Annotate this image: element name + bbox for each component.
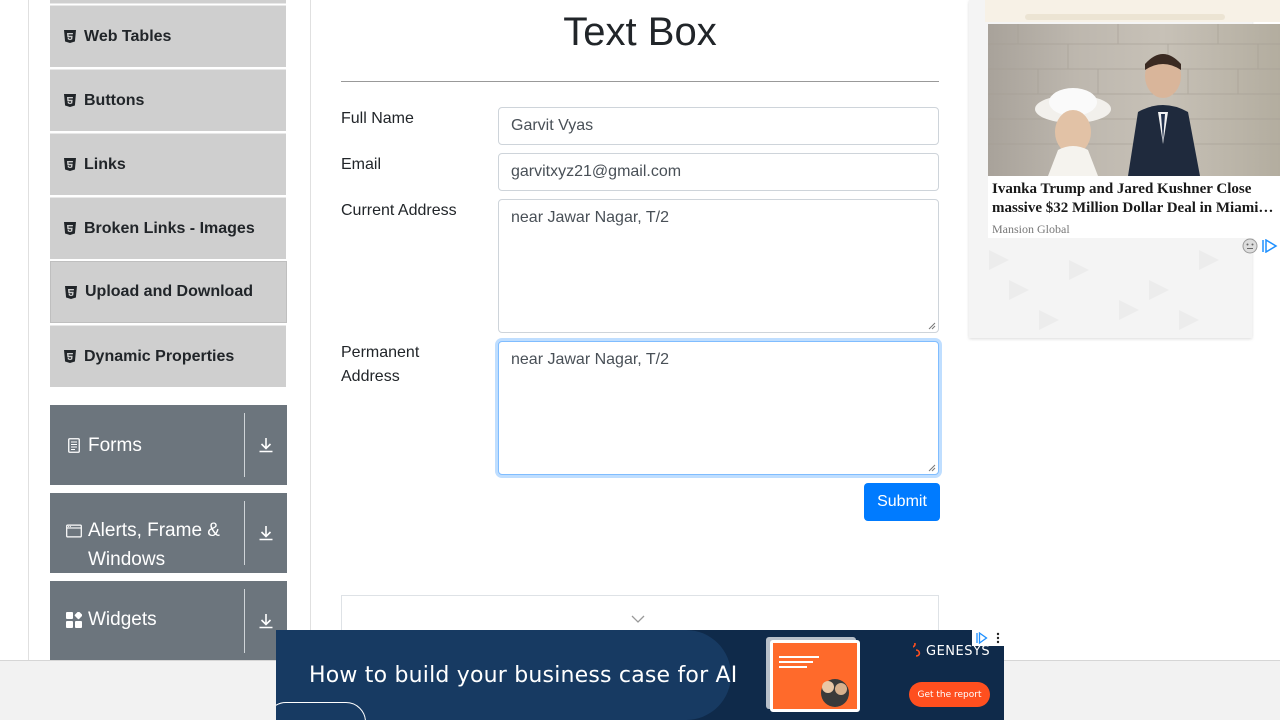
sidebar-item-label: Buttons	[84, 91, 145, 109]
feedback-icon[interactable]	[1242, 238, 1258, 254]
sidebar-item-broken-links[interactable]: Broken Links - Images	[50, 197, 286, 259]
ad-caption[interactable]: Ivanka Trump and Jared Kushner Close mas…	[988, 176, 1280, 238]
sidebar-item-buttons[interactable]: Buttons	[50, 69, 286, 131]
chevron-down-icon[interactable]	[630, 614, 646, 624]
adchoices-icon[interactable]	[1262, 239, 1278, 253]
permanent-address-label: Permanent Address	[341, 344, 420, 385]
group-label: Forms	[88, 434, 142, 456]
current-address-label: Current Address	[341, 202, 457, 219]
download-toggle-icon[interactable]	[245, 493, 287, 573]
sidebar-item-label: Dynamic Properties	[84, 347, 235, 365]
window-icon	[66, 523, 82, 539]
group-label: Alerts, Frame & Windows	[88, 520, 220, 570]
container-border	[28, 0, 29, 660]
current-address-value: near Jawar Nagar, T/2	[511, 209, 670, 226]
sidebar-item-label: Upload and Download	[85, 283, 253, 300]
sidebar-item-label: Broken Links - Images	[84, 219, 255, 237]
group-label: Widgets	[88, 609, 157, 630]
sidebar-item-partial[interactable]	[50, 0, 286, 4]
genesys-logo-icon	[908, 640, 921, 657]
sidebar-item-links[interactable]: Links	[50, 133, 286, 195]
html5-icon	[65, 285, 77, 299]
ad-strip	[985, 0, 1280, 22]
full-name-input[interactable]: Garvit Vyas	[498, 107, 939, 145]
html5-icon	[64, 222, 76, 235]
group-header[interactable]: Widgets	[50, 581, 244, 661]
report-cover-graphic	[779, 656, 849, 707]
ad-source: Mansion Global	[992, 222, 1070, 236]
ad-choices[interactable]	[1242, 238, 1278, 254]
resize-grip-icon[interactable]	[928, 464, 936, 472]
sidebar-group-forms[interactable]: Forms	[50, 405, 287, 485]
sidebar-group-alerts[interactable]: Alerts, Frame & Windows	[50, 493, 287, 573]
page: Web Tables Buttons Links Broken Links - …	[0, 0, 1280, 720]
sidebar-border	[310, 0, 311, 660]
html5-icon	[64, 350, 76, 363]
sidebar-item-label: Links	[84, 155, 126, 173]
html5-icon	[64, 30, 76, 43]
ad-photo[interactable]	[988, 24, 1280, 176]
ad-strip-bar	[1025, 14, 1225, 20]
sidebar-item-upload-download[interactable]: Upload and Download	[50, 261, 287, 323]
current-address-textarea[interactable]: near Jawar Nagar, T/2	[498, 199, 939, 333]
html5-icon	[64, 94, 76, 107]
ad-pill-shape	[276, 702, 366, 720]
email-input[interactable]: garvitxyz21@gmail.com	[498, 153, 939, 191]
email-label: Email	[341, 156, 382, 173]
page-title: Text Box	[563, 10, 717, 54]
adchoices-icon[interactable]	[976, 632, 988, 644]
html5-icon	[64, 158, 76, 171]
permanent-address-value: near Jawar Nagar, T/2	[511, 351, 670, 368]
ad-cta-button[interactable]: Get the report	[909, 682, 990, 707]
full-name-label: Full Name	[341, 110, 414, 127]
sidebar-item-label: Web Tables	[84, 27, 172, 45]
sidebar-item-web-tables[interactable]: Web Tables	[50, 5, 286, 67]
download-toggle-icon[interactable]	[245, 405, 287, 485]
resize-grip-icon[interactable]	[928, 322, 936, 330]
ad-bottom-headline[interactable]: How to build your business case for AI	[309, 663, 737, 688]
submit-button[interactable]: Submit	[864, 483, 940, 521]
sidebar-group-widgets[interactable]: Widgets	[50, 581, 287, 661]
ad-bottom-banner[interactable]: How to build your business case for AI G…	[276, 630, 1004, 720]
ad-bottom-choices[interactable]	[972, 630, 1004, 646]
divider	[244, 413, 245, 477]
ad-brand-name: GENESYS	[926, 644, 991, 659]
title-divider	[341, 81, 939, 82]
ad-report-image	[770, 640, 860, 712]
more-options-icon[interactable]	[996, 632, 1000, 644]
group-header[interactable]: Alerts, Frame & Windows	[50, 493, 244, 573]
ad-photo-image	[988, 24, 1280, 176]
group-header[interactable]: Forms	[50, 405, 244, 485]
ad-headline[interactable]: Ivanka Trump and Jared Kushner Close mas…	[992, 180, 1276, 218]
divider	[244, 501, 245, 565]
sidebar-item-dynamic-properties[interactable]: Dynamic Properties	[50, 325, 286, 387]
divider	[244, 589, 245, 653]
widgets-icon	[66, 612, 82, 628]
form-icon	[66, 437, 82, 453]
permanent-address-textarea[interactable]: near Jawar Nagar, T/2	[498, 341, 939, 475]
